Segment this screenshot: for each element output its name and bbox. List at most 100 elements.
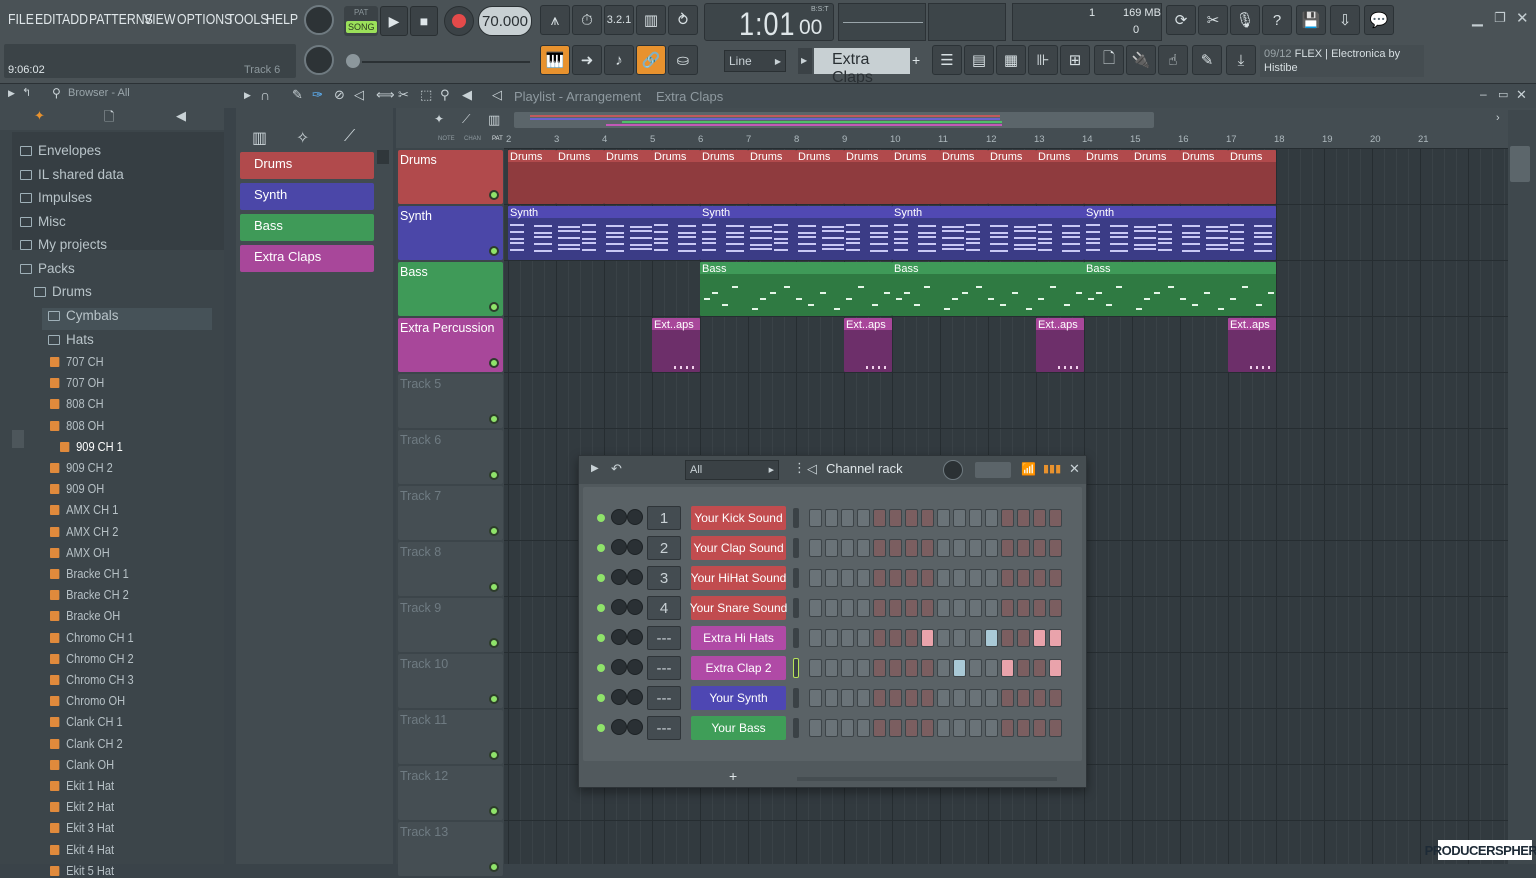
playlist-clip[interactable]: Ext..aps — [1228, 318, 1276, 372]
loop-record-icon[interactable]: ⥁ — [668, 5, 698, 35]
track-mute-led[interactable] — [489, 526, 499, 536]
step-button[interactable] — [969, 569, 982, 587]
news-panel[interactable]: 09/12 FLEX | Electronica by Histibe — [1260, 45, 1424, 77]
picker-automation-icon[interactable]: ⟋ — [344, 128, 355, 146]
step-button[interactable] — [905, 539, 918, 557]
step-button[interactable] — [1049, 509, 1062, 527]
channel-mixer-track[interactable]: --- — [647, 716, 681, 740]
channel-pan-knob[interactable] — [627, 629, 643, 645]
browser-file[interactable]: AMX CH 1 — [50, 502, 118, 517]
track-header[interactable]: Drums — [398, 150, 503, 204]
playlist-clip[interactable]: Drums — [1036, 150, 1084, 204]
step-button[interactable] — [1033, 569, 1046, 587]
step-button[interactable] — [1017, 719, 1030, 737]
step-button[interactable] — [857, 539, 870, 557]
browser-search-icon[interactable]: ⚲ — [52, 86, 61, 100]
metronome-icon[interactable]: ⩚ — [540, 5, 570, 35]
channel-rack-icon[interactable]: ▦ — [996, 45, 1026, 75]
channel-mute-led[interactable] — [597, 604, 605, 612]
channel-volume-knob[interactable] — [611, 719, 627, 735]
microphone-icon[interactable]: 🎙 — [1230, 5, 1260, 35]
draw-tool-icon[interactable]: ✎ — [292, 87, 303, 103]
plugin-picker-icon[interactable]: ⊞ — [1060, 45, 1090, 75]
step-button[interactable] — [825, 539, 838, 557]
channel-mixer-track[interactable]: --- — [647, 656, 681, 680]
track-header[interactable]: Track 8 — [398, 542, 503, 596]
step-button[interactable] — [809, 719, 822, 737]
browser-speaker-icon[interactable]: ◀ — [176, 108, 186, 124]
step-button[interactable] — [985, 629, 998, 647]
playlist-clip[interactable]: Synth — [1084, 206, 1276, 260]
rack-undo-icon[interactable]: ↶ — [611, 461, 622, 477]
browser-folder[interactable]: Impulses — [14, 190, 212, 212]
step-button[interactable] — [1017, 659, 1030, 677]
step-button[interactable] — [921, 599, 934, 617]
playlist-clip[interactable]: Drums — [844, 150, 892, 204]
tempo-display[interactable]: 70.000 — [478, 6, 532, 36]
main-pitch-slider[interactable] — [346, 54, 530, 68]
step-button[interactable] — [1017, 539, 1030, 557]
step-button[interactable] — [841, 659, 854, 677]
rack-graph-icon[interactable]: 📶 — [1021, 462, 1036, 476]
step-button[interactable] — [889, 569, 902, 587]
step-button[interactable] — [905, 509, 918, 527]
step-button[interactable] — [841, 689, 854, 707]
channel-name-button[interactable]: Your Bass — [691, 716, 786, 740]
track-header[interactable]: Track 12 — [398, 766, 503, 820]
step-button[interactable] — [969, 659, 982, 677]
step-button[interactable] — [953, 659, 966, 677]
step-button[interactable] — [969, 539, 982, 557]
link-icon[interactable]: 🔗 — [636, 45, 666, 75]
mute-tool-icon[interactable]: ◁ — [354, 87, 364, 103]
step-button[interactable] — [1049, 719, 1062, 737]
step-button[interactable] — [953, 509, 966, 527]
step-button[interactable] — [889, 689, 902, 707]
track-mute-led[interactable] — [489, 638, 499, 648]
channel-mute-led[interactable] — [597, 664, 605, 672]
step-button[interactable] — [969, 599, 982, 617]
step-button[interactable] — [825, 689, 838, 707]
step-button[interactable] — [809, 509, 822, 527]
step-button[interactable] — [937, 659, 950, 677]
step-button[interactable] — [953, 629, 966, 647]
save-icon[interactable]: 💾 — [1296, 5, 1326, 35]
step-button[interactable] — [985, 719, 998, 737]
channel-pan-knob[interactable] — [627, 719, 643, 735]
browser-file[interactable]: Ekit 4 Hat — [50, 842, 114, 857]
channel-select-indicator[interactable] — [793, 508, 799, 528]
browser-file[interactable]: Ekit 1 Hat — [50, 778, 114, 793]
browser-file[interactable]: Chromo CH 1 — [50, 630, 134, 645]
restore-icon[interactable]: ❐ — [1494, 10, 1506, 26]
channel-select-indicator[interactable] — [793, 628, 799, 648]
menu-help[interactable]: HELP — [266, 11, 298, 28]
step-button[interactable] — [873, 539, 886, 557]
channel-pan-knob[interactable] — [627, 569, 643, 585]
step-button[interactable] — [825, 569, 838, 587]
browser-file[interactable]: Chromo CH 2 — [50, 651, 134, 666]
channel-select-indicator[interactable] — [793, 658, 799, 678]
step-button[interactable] — [1001, 719, 1014, 737]
playlist-clip[interactable]: Drums — [556, 150, 604, 204]
step-button[interactable] — [921, 569, 934, 587]
countdown-icon[interactable]: 3.2.1 — [604, 5, 634, 35]
step-button[interactable] — [985, 659, 998, 677]
track-header[interactable]: Track 11 — [398, 710, 503, 764]
render-icon[interactable]: ⇩ — [1330, 5, 1360, 35]
picker-piano-icon[interactable]: ▥ — [252, 128, 267, 148]
step-button[interactable] — [857, 509, 870, 527]
channel-name-button[interactable]: Your Synth — [691, 686, 786, 710]
browser-folder[interactable]: Cymbals — [42, 308, 212, 330]
channel-mixer-track[interactable]: 3 — [647, 566, 681, 590]
browser-file[interactable]: Clank CH 2 — [50, 736, 123, 751]
step-button[interactable] — [953, 569, 966, 587]
step-button[interactable] — [1033, 719, 1046, 737]
playlist-close-icon[interactable]: ✕ — [1516, 87, 1527, 103]
step-button[interactable] — [873, 719, 886, 737]
rack-hscroll[interactable] — [797, 777, 1057, 781]
step-button[interactable] — [1033, 539, 1046, 557]
step-button[interactable] — [825, 659, 838, 677]
browser-file[interactable]: Bracke OH — [50, 608, 120, 623]
channel-mute-led[interactable] — [597, 574, 605, 582]
step-button[interactable] — [873, 629, 886, 647]
channel-pan-knob[interactable] — [627, 659, 643, 675]
